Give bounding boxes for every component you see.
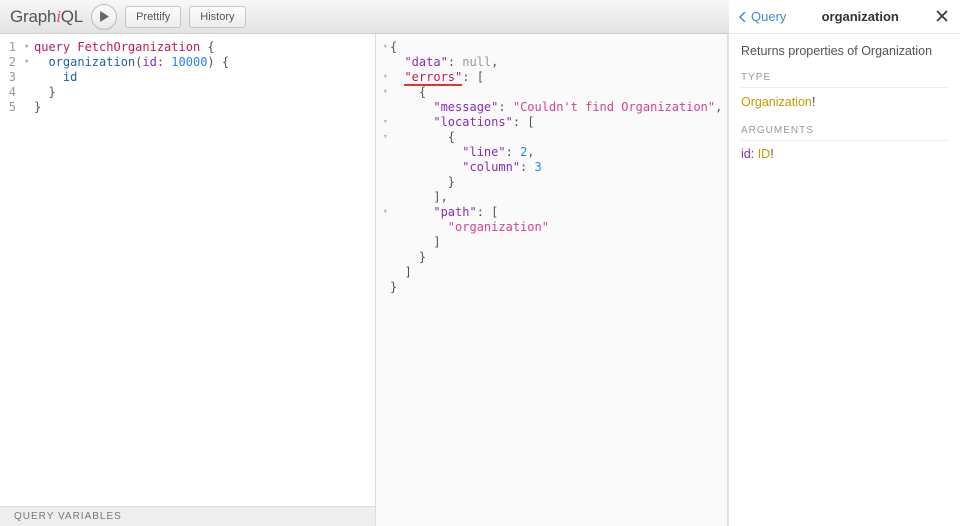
fold-gutter: ▾▾ [24,34,34,506]
doc-body: Returns properties of Organization TYPE … [729,34,960,171]
result-code: { "data": null, "errors": [ { "message":… [390,34,722,526]
doc-argument-row: id: ID! [741,147,948,161]
fold-icon[interactable]: ▾ [376,85,390,100]
errors-key: "errors" [404,70,462,86]
main-body: 12345 ▾▾ query FetchOrganization { organ… [0,34,960,526]
query-editor-column: 12345 ▾▾ query FetchOrganization { organ… [0,34,376,526]
result-fold-gutter: ▾▾▾▾▾▾ [376,34,390,526]
doc-section-arguments: ARGUMENTS [741,125,948,141]
line-gutter: 12345 [0,34,24,506]
doc-description: Returns properties of Organization [741,44,948,58]
result-viewer[interactable]: ▾▾▾▾▾▾ { "data": null, "errors": [ { "me… [376,34,727,526]
fold-icon[interactable]: ▾ [376,40,390,55]
doc-explorer: Query organization Returns properties of… [728,34,960,526]
doc-title: organization [786,9,934,24]
type-link[interactable]: ID [758,147,771,161]
close-icon [936,10,948,22]
chevron-left-icon [739,12,747,22]
execute-button[interactable] [91,4,117,30]
prettify-button[interactable]: Prettify [125,6,181,28]
query-variables-toggle[interactable]: QUERY VARIABLES [0,506,375,526]
doc-section-type: TYPE [741,72,948,88]
history-button[interactable]: History [189,6,245,28]
query-editor[interactable]: 12345 ▾▾ query FetchOrganization { organ… [0,34,375,506]
fold-icon[interactable]: ▾ [376,205,390,220]
fold-icon[interactable]: ▾ [24,40,34,55]
fold-icon[interactable]: ▾ [376,130,390,145]
result-column: ▾▾▾▾▾▾ { "data": null, "errors": [ { "me… [376,34,728,526]
type-link[interactable]: Organization [741,95,812,109]
query-code[interactable]: query FetchOrganization { organization(i… [34,34,229,506]
argument-name: id [741,147,751,161]
fold-icon[interactable]: ▾ [376,70,390,85]
play-icon [99,11,110,22]
doc-header: Query organization [729,0,960,34]
doc-back-button[interactable]: Query [739,9,786,24]
app-logo: GraphiQL [10,7,83,27]
fold-icon[interactable]: ▾ [24,55,34,70]
doc-type-row: Organization! [741,94,948,109]
doc-close-button[interactable] [934,6,950,27]
fold-icon[interactable]: ▾ [376,115,390,130]
